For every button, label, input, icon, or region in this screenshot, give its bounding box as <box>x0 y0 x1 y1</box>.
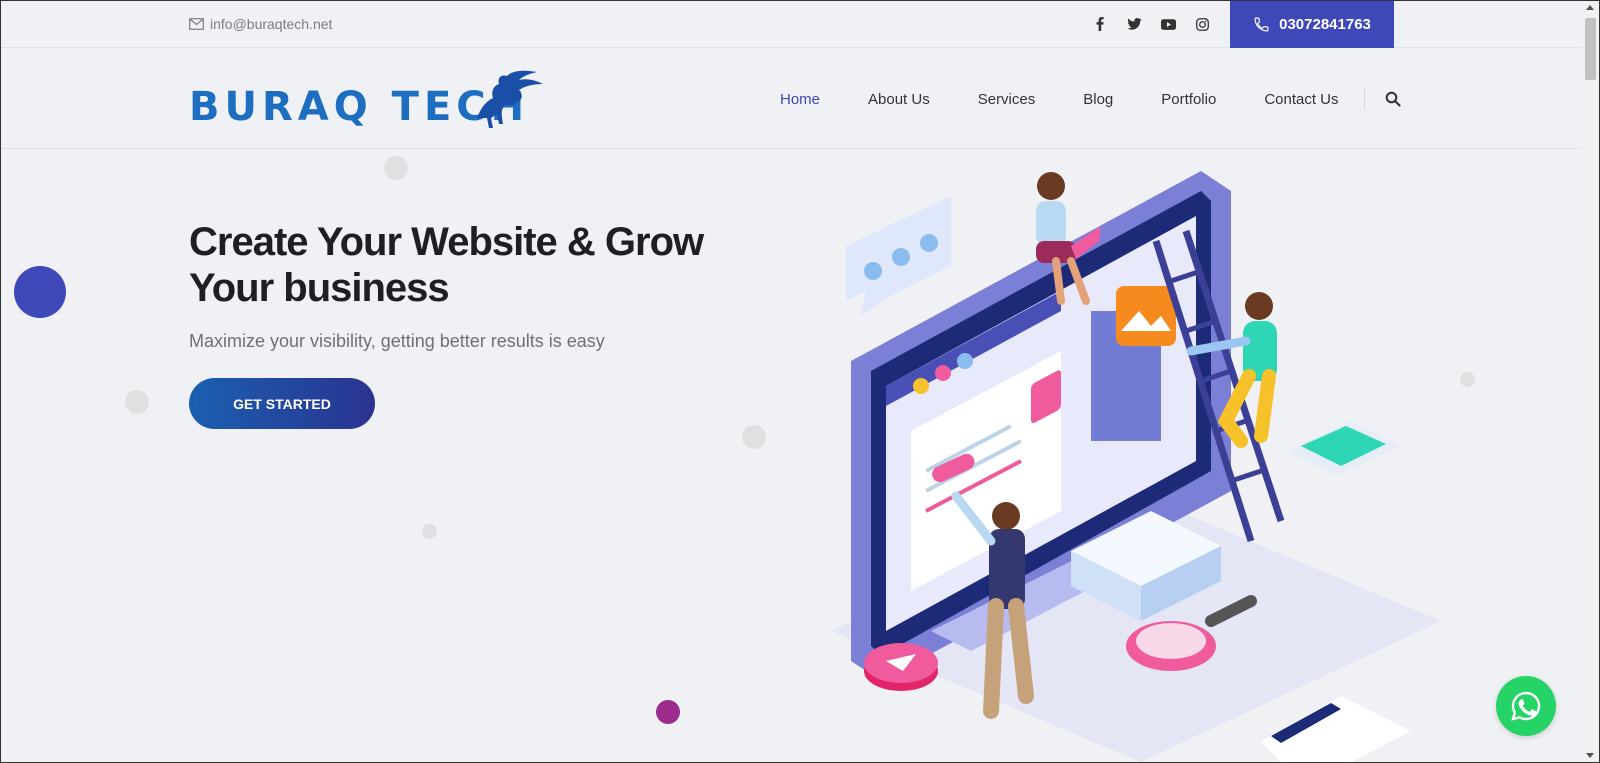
decor-dot <box>1460 372 1475 387</box>
nav-divider <box>1363 88 1365 110</box>
search-icon[interactable] <box>1385 91 1401 107</box>
nav-item-about-us[interactable]: About Us <box>868 91 930 108</box>
hero-illustration <box>831 171 1441 762</box>
get-started-button[interactable]: GET STARTED <box>189 378 375 429</box>
scroll-up-arrow[interactable] <box>1586 5 1594 10</box>
nav-item-home[interactable]: Home <box>780 91 820 108</box>
decor-dot <box>14 266 66 318</box>
scroll-thumb[interactable] <box>1585 18 1596 80</box>
main-header: BURAQ TECH Home About Us Services Blog P… <box>1 48 1584 149</box>
nav-item-blog[interactable]: Blog <box>1083 91 1113 108</box>
whatsapp-icon <box>1511 691 1541 721</box>
decor-dot <box>384 156 408 180</box>
youtube-icon[interactable] <box>1159 15 1177 33</box>
pegasus-logo-icon <box>477 70 543 128</box>
facebook-icon[interactable] <box>1091 15 1109 33</box>
nav-item-portfolio[interactable]: Portfolio <box>1161 91 1216 108</box>
phone-number: 03072841763 <box>1279 16 1371 33</box>
main-nav: Home About Us Services Blog Portfolio Co… <box>780 88 1401 110</box>
social-links <box>1091 15 1211 33</box>
decor-dot <box>742 425 766 449</box>
nav-item-services[interactable]: Services <box>978 91 1036 108</box>
nav-item-contact-us[interactable]: Contact Us <box>1264 91 1338 108</box>
twitter-icon[interactable] <box>1125 15 1143 33</box>
page-scrollbar[interactable] <box>1582 1 1599 762</box>
scroll-down-arrow[interactable] <box>1586 753 1594 758</box>
whatsapp-button[interactable] <box>1496 676 1556 736</box>
phone-button[interactable]: 03072841763 <box>1230 1 1394 48</box>
hero-subtitle: Maximize your visibility, getting better… <box>189 331 605 351</box>
email-link[interactable]: info@buraqtech.net <box>189 16 332 32</box>
decor-dot <box>656 700 680 724</box>
instagram-icon[interactable] <box>1193 15 1211 33</box>
mail-icon <box>189 18 204 30</box>
phone-icon <box>1254 17 1269 32</box>
decor-dot <box>422 524 437 539</box>
email-text: info@buraqtech.net <box>210 16 333 32</box>
top-bar: info@buraqtech.net 03072841763 <box>1 1 1584 48</box>
decor-dot <box>125 390 149 414</box>
hero-title: Create Your Website & Grow Your business <box>189 220 704 310</box>
logo[interactable]: BURAQ TECH <box>189 68 544 130</box>
